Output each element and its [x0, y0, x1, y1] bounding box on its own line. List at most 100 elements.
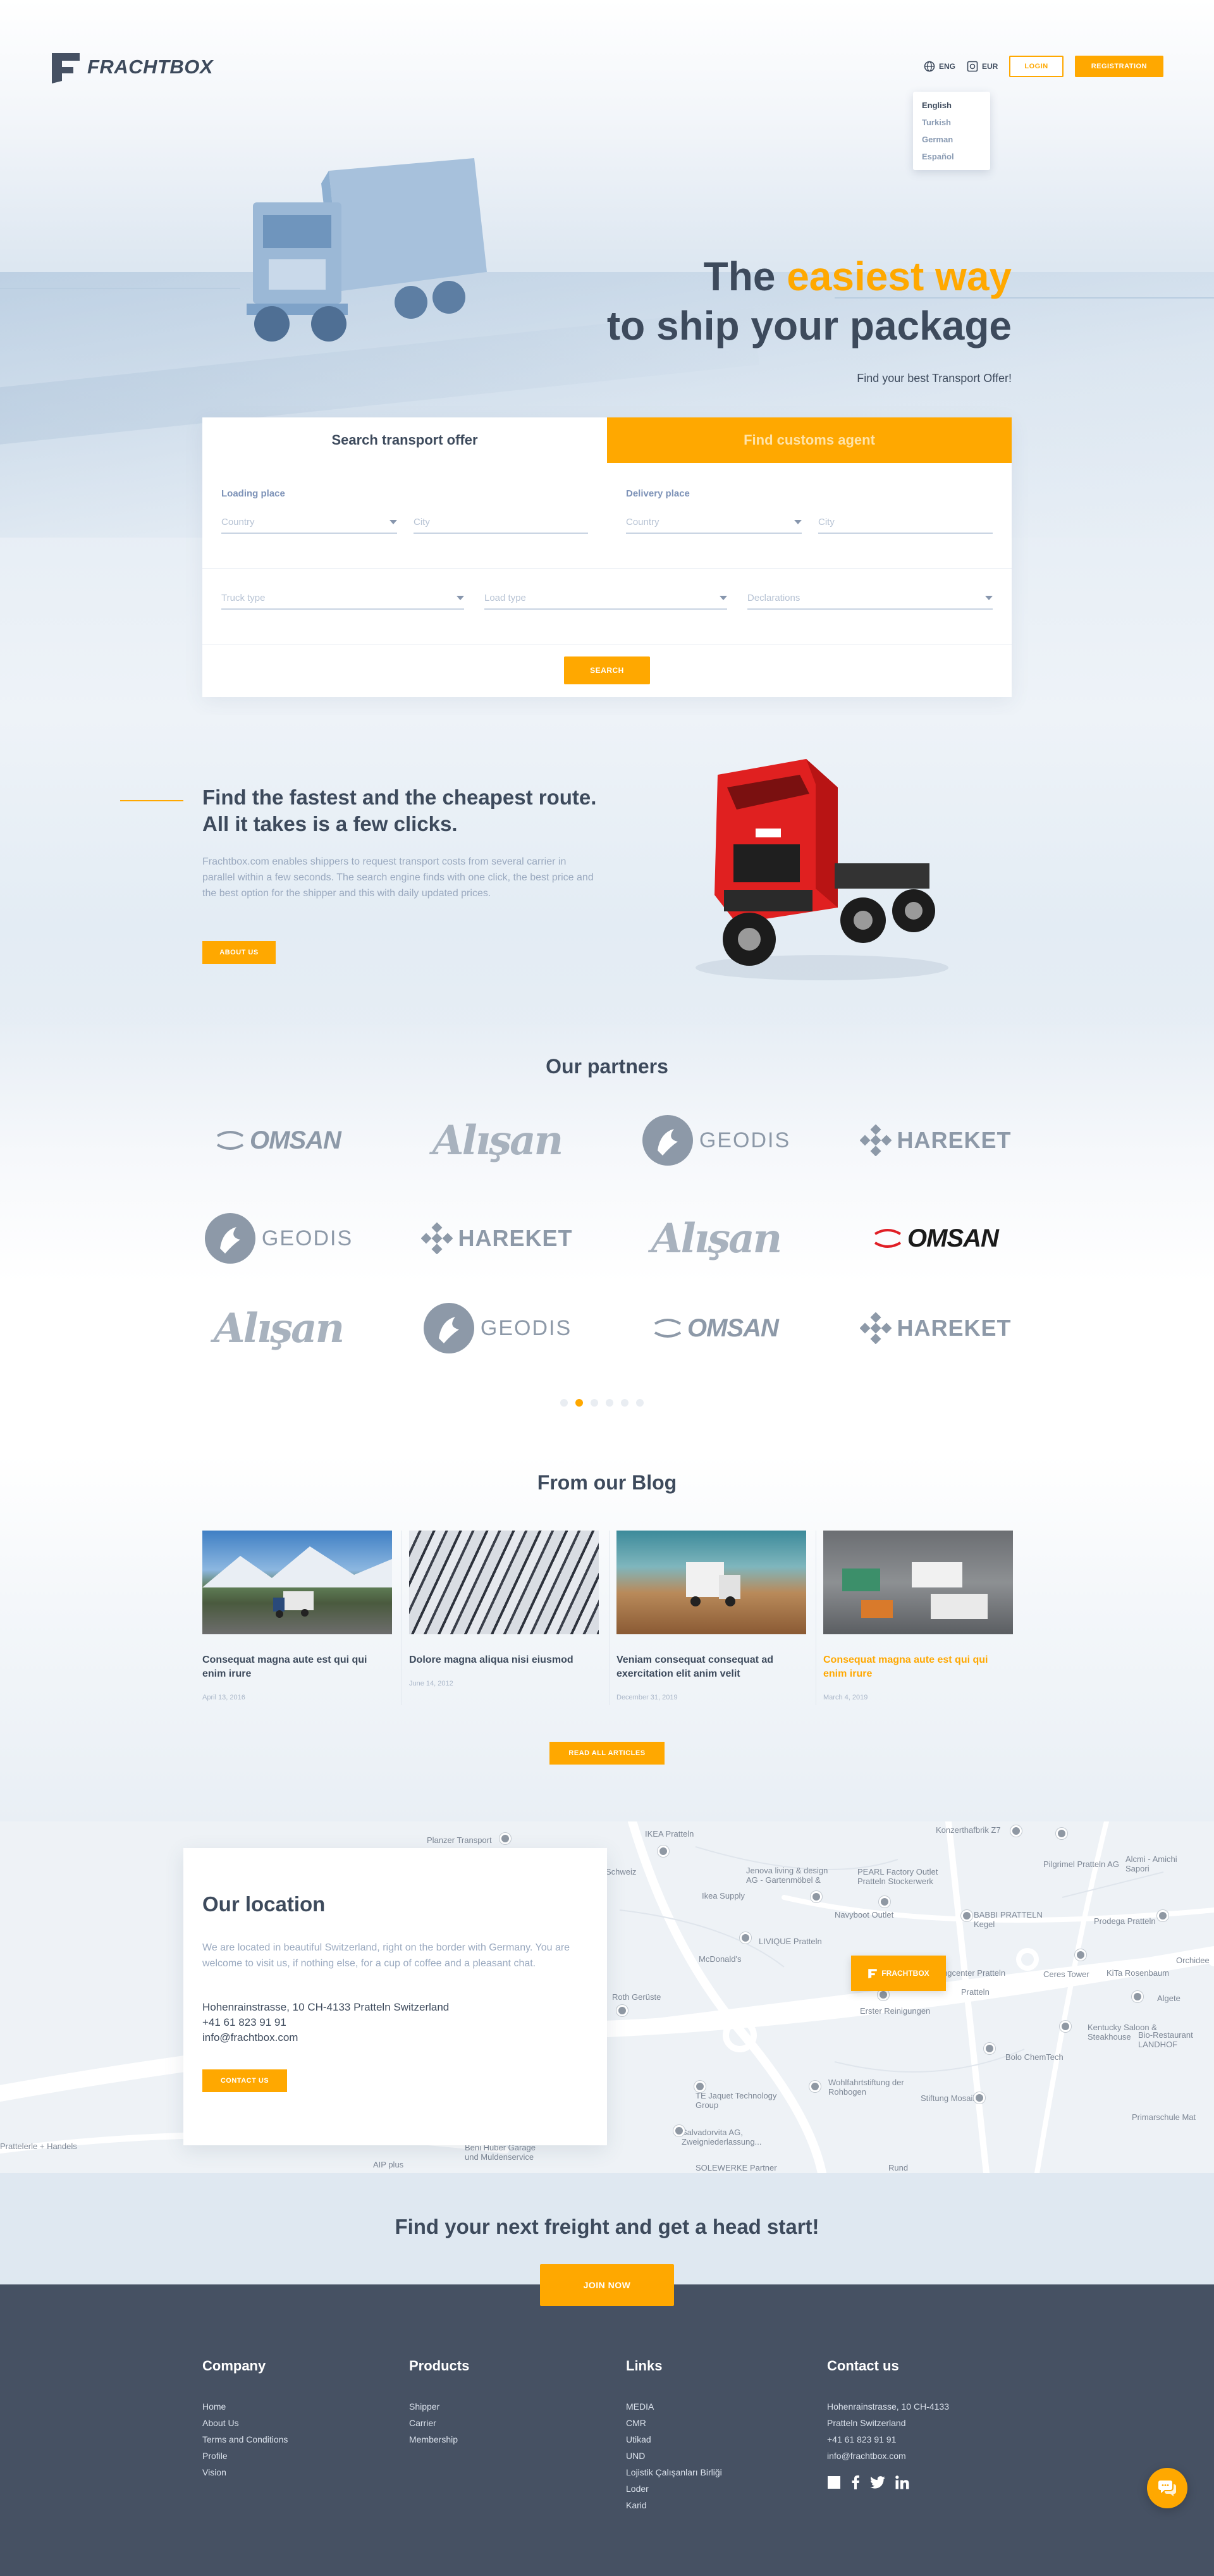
- load-type-placeholder: Load type: [484, 592, 526, 603]
- carousel-dot[interactable]: [636, 1399, 644, 1407]
- language-option-german[interactable]: German: [913, 131, 990, 148]
- carousel-dot[interactable]: [606, 1399, 613, 1407]
- about-us-button[interactable]: ABOUT US: [202, 941, 276, 964]
- map-pin-icon[interactable]: [809, 2081, 821, 2092]
- partner-logo-omsan[interactable]: OMSAN: [640, 1300, 792, 1357]
- read-all-articles-button[interactable]: READ ALL ARTICLES: [549, 1742, 665, 1765]
- map-pin-icon[interactable]: [694, 2081, 706, 2092]
- square-icon[interactable]: [827, 2475, 841, 2489]
- partner-logo-omsan[interactable]: OMSAN: [202, 1112, 354, 1169]
- join-now-button[interactable]: JOIN NOW: [540, 2264, 674, 2306]
- footer-link-terms[interactable]: Terms and Conditions: [202, 2431, 288, 2448]
- language-option-espanol[interactable]: Español: [913, 148, 990, 165]
- map-pin-icon[interactable]: [740, 1932, 751, 1944]
- linkedin-icon[interactable]: [895, 2475, 909, 2489]
- declarations-select[interactable]: Declarations: [747, 587, 993, 610]
- map-pin-icon[interactable]: [811, 1891, 822, 1902]
- map-pin-icon[interactable]: [1010, 1825, 1022, 1837]
- language-selector[interactable]: ENG: [924, 61, 955, 72]
- map-pin-icon[interactable]: [1056, 1828, 1067, 1839]
- delivery-city-input[interactable]: City: [818, 511, 993, 534]
- blog-post[interactable]: Veniam consequat consequat ad exercitati…: [616, 1531, 806, 1701]
- map-pin-icon[interactable]: [1075, 1949, 1086, 1961]
- blog-post-hovered[interactable]: Consequat magna aute est qui qui enim ir…: [823, 1531, 1013, 1701]
- map-pin-icon[interactable]: [616, 2005, 628, 2016]
- footer-link-cmr[interactable]: CMR: [626, 2415, 722, 2431]
- map-pin-icon[interactable]: [1060, 2021, 1071, 2032]
- logo[interactable]: FRACHTBOX: [51, 51, 213, 83]
- partner-logo-alisan[interactable]: Alışan: [640, 1210, 792, 1267]
- footer-link-about-us[interactable]: About Us: [202, 2415, 288, 2431]
- map-pin-icon[interactable]: [984, 2043, 995, 2054]
- location-phone[interactable]: +41 61 823 91 91: [202, 2016, 286, 2029]
- delivery-country-select[interactable]: Country: [626, 511, 802, 534]
- map-pin-icon[interactable]: [673, 2125, 685, 2136]
- footer-link-carrier[interactable]: Carrier: [409, 2415, 469, 2431]
- footer: Company Home About Us Terms and Conditio…: [0, 2284, 1214, 2576]
- location-email[interactable]: info@frachtbox.com: [202, 2031, 298, 2044]
- truck-type-select[interactable]: Truck type: [221, 587, 464, 610]
- partner-logo-geodis[interactable]: GEODIS: [421, 1300, 573, 1357]
- carousel-dot-active[interactable]: [575, 1399, 583, 1407]
- footer-link-lojistik[interactable]: Lojistik Çalışanları Birliği: [626, 2464, 722, 2480]
- map-pin-icon[interactable]: [974, 2092, 985, 2104]
- map-pin-icon[interactable]: [1132, 1991, 1143, 2002]
- twitter-icon[interactable]: [870, 2476, 885, 2489]
- language-option-turkish[interactable]: Turkish: [913, 114, 990, 131]
- partner-logo-hareket[interactable]: HAREKET: [421, 1210, 573, 1267]
- tab-find-customs-agent[interactable]: Find customs agent: [607, 417, 1012, 463]
- partner-logo-geodis[interactable]: GEODIS: [640, 1112, 792, 1169]
- blog-post[interactable]: Consequat magna aute est qui qui enim ir…: [202, 1531, 392, 1701]
- footer-link-home[interactable]: Home: [202, 2398, 288, 2415]
- map-location-marker[interactable]: FRACHTBOX: [851, 1956, 946, 1991]
- footer-link-profile[interactable]: Profile: [202, 2448, 288, 2464]
- footer-link-membership[interactable]: Membership: [409, 2431, 469, 2448]
- map-label: KiTa Rosenbaum: [1107, 1968, 1169, 1978]
- loading-country-select[interactable]: Country: [221, 511, 397, 534]
- currency-label: EUR: [982, 62, 998, 71]
- carousel-dot[interactable]: [591, 1399, 598, 1407]
- login-button[interactable]: LOGIN: [1009, 56, 1064, 77]
- footer-contact-email[interactable]: info@frachtbox.com: [827, 2448, 949, 2464]
- contact-us-button[interactable]: CONTACT US: [202, 2069, 287, 2092]
- location-card: Our location We are located in beautiful…: [183, 1848, 607, 2145]
- footer-link-und[interactable]: UND: [626, 2448, 722, 2464]
- footer-link-vision[interactable]: Vision: [202, 2464, 288, 2480]
- language-option-english[interactable]: English: [913, 97, 990, 114]
- partner-logo-geodis[interactable]: GEODIS: [202, 1210, 354, 1267]
- loading-city-input[interactable]: City: [414, 511, 588, 534]
- footer-link-loder[interactable]: Loder: [626, 2480, 722, 2497]
- footer-link-karid[interactable]: Karid: [626, 2497, 722, 2513]
- loading-city-placeholder: City: [414, 516, 430, 527]
- partner-logo-omsan-hover[interactable]: OMSAN: [860, 1210, 1012, 1267]
- partner-logo-alisan[interactable]: Alışan: [202, 1300, 354, 1357]
- map-label: Bolo ChemTech: [1005, 2052, 1064, 2062]
- tab-search-transport-offer[interactable]: Search transport offer: [202, 417, 607, 463]
- facebook-icon[interactable]: [851, 2475, 860, 2489]
- chevron-down-icon: [389, 519, 397, 524]
- blog-post[interactable]: Dolore magna aliqua nisi eiusmod June 14…: [409, 1531, 599, 1687]
- map-pin-icon[interactable]: [500, 1833, 511, 1844]
- load-type-select[interactable]: Load type: [484, 587, 727, 610]
- search-button[interactable]: SEARCH: [564, 656, 650, 684]
- carousel-dot[interactable]: [560, 1399, 568, 1407]
- partner-name: OMSAN: [907, 1224, 999, 1252]
- currency-selector[interactable]: EUR: [967, 61, 998, 72]
- map-pin-icon[interactable]: [658, 1846, 669, 1857]
- footer-contact-phone[interactable]: +41 61 823 91 91: [827, 2431, 949, 2448]
- partner-logo-hareket[interactable]: HAREKET: [860, 1300, 1012, 1357]
- map-pin-icon[interactable]: [1157, 1910, 1168, 1921]
- map-pin-icon[interactable]: [961, 1910, 972, 1921]
- map-label: Konzerthafbrik Z7: [936, 1825, 1001, 1835]
- footer-link-media[interactable]: MEDIA: [626, 2398, 722, 2415]
- footer-link-shipper[interactable]: Shipper: [409, 2398, 469, 2415]
- footer-link-utikad[interactable]: Utikad: [626, 2431, 722, 2448]
- chat-button[interactable]: [1147, 2468, 1187, 2508]
- location-map[interactable]: Planzer Transport IKEA Pratteln Konzerth…: [0, 1821, 1214, 2173]
- map-pin-icon[interactable]: [879, 1896, 890, 1907]
- registration-button[interactable]: REGISTRATION: [1074, 56, 1163, 77]
- partner-logo-hareket[interactable]: HAREKET: [860, 1112, 1012, 1169]
- carousel-dot[interactable]: [621, 1399, 628, 1407]
- partner-logo-alisan[interactable]: Alışan: [421, 1112, 573, 1169]
- hareket-logo-icon: [860, 1125, 892, 1156]
